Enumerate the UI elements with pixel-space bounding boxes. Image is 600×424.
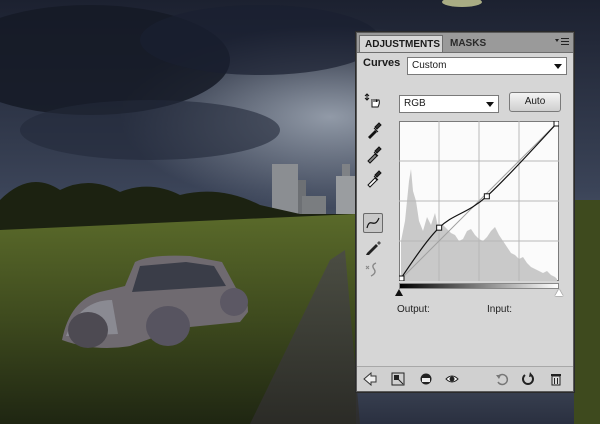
curve-points-icon[interactable] <box>363 213 383 233</box>
curve-control-point[interactable] <box>483 193 490 200</box>
delete-icon[interactable] <box>549 372 563 386</box>
panel-bottom-toolbar <box>357 366 573 391</box>
adjustment-title: Curves <box>363 57 401 69</box>
gray-point-eyedropper-icon[interactable] <box>363 145 383 165</box>
reset-previous-icon[interactable] <box>495 372 509 386</box>
chevron-down-icon <box>486 102 494 107</box>
channel-value: RGB <box>404 98 426 109</box>
on-image-adjust-icon[interactable] <box>363 91 383 111</box>
input-label: Input: <box>487 304 513 315</box>
back-arrow-icon[interactable] <box>363 372 377 386</box>
curve-control-point[interactable] <box>398 275 405 282</box>
white-point-eyedropper-icon[interactable] <box>363 169 383 189</box>
panel-menu-icon[interactable] <box>555 37 569 47</box>
adjustments-panel: ADJUSTMENTS MASKS Curves Custom RGB Auto… <box>356 32 574 392</box>
visibility-eye-icon[interactable] <box>445 372 459 386</box>
preset-dropdown[interactable]: Custom <box>407 57 567 75</box>
tab-masks[interactable]: MASKS <box>445 35 493 52</box>
auto-button[interactable]: Auto <box>509 92 561 112</box>
pencil-icon[interactable] <box>363 237 383 257</box>
black-point-slider[interactable] <box>395 289 403 296</box>
preset-value: Custom <box>412 60 447 71</box>
chevron-down-icon <box>554 64 562 69</box>
curves-graph[interactable] <box>398 120 560 282</box>
clip-layer-icon[interactable] <box>419 372 433 386</box>
black-point-eyedropper-icon[interactable] <box>363 121 383 141</box>
output-label: Output: <box>397 304 430 315</box>
curve-control-point[interactable] <box>553 120 560 127</box>
curve-control-point[interactable] <box>436 224 443 231</box>
white-point-slider[interactable] <box>555 289 563 296</box>
expand-view-icon[interactable] <box>391 372 405 386</box>
reset-default-icon[interactable] <box>521 372 535 386</box>
panel-tabbar: ADJUSTMENTS MASKS <box>357 33 573 53</box>
input-gradient-bar <box>399 283 559 289</box>
channel-dropdown[interactable]: RGB <box>399 95 499 113</box>
tab-adjustments[interactable]: ADJUSTMENTS <box>359 35 443 52</box>
smooth-icon[interactable] <box>363 259 383 279</box>
